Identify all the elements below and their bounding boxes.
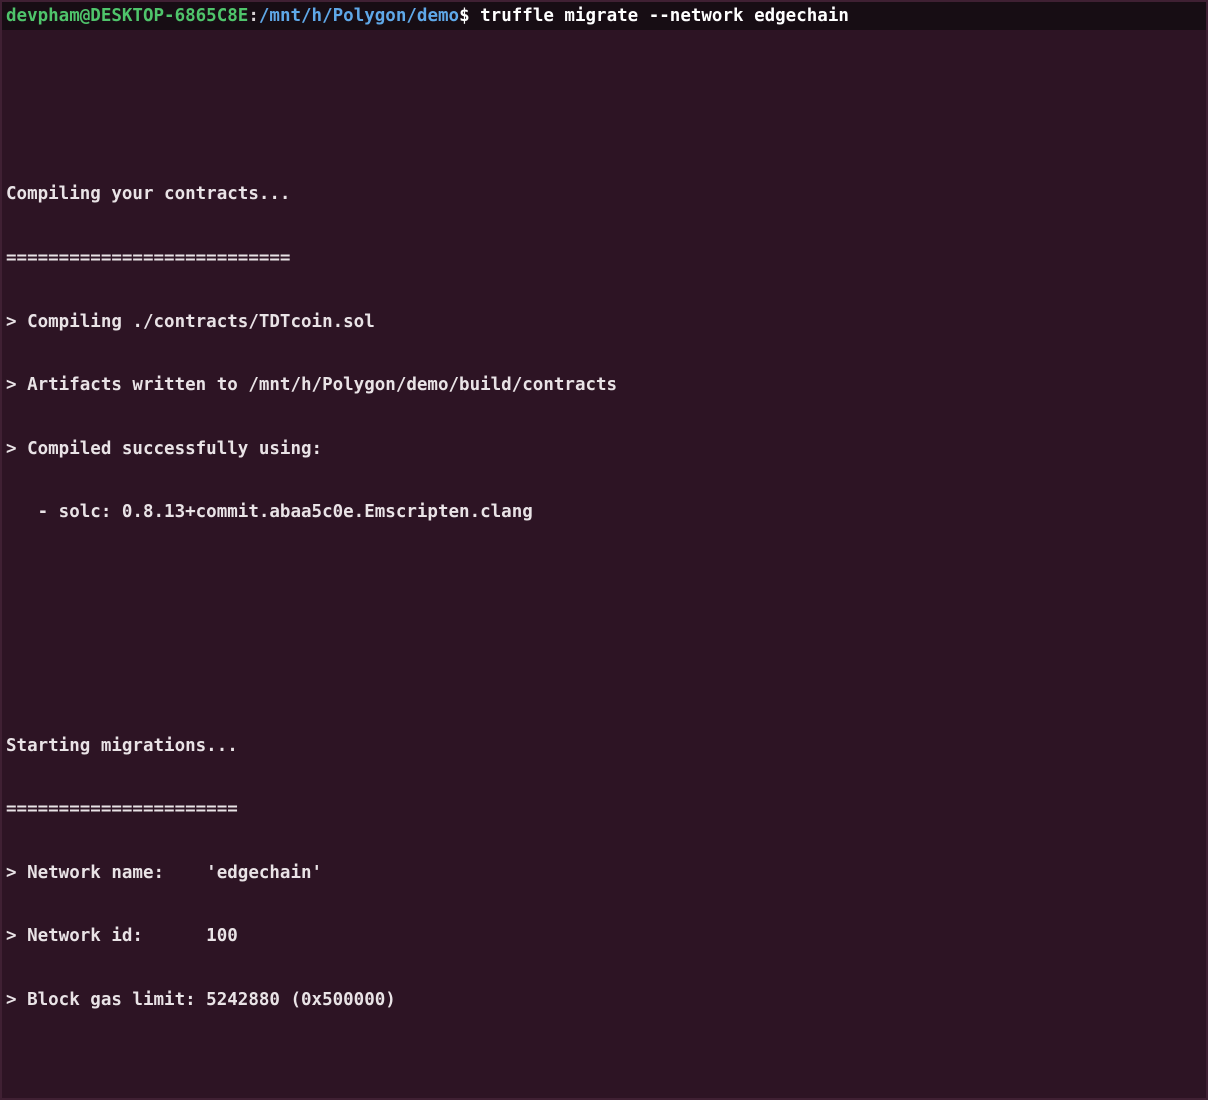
compiling-heading: Compiling your contracts... (6, 184, 291, 205)
terminal-window: devpham@DESKTOP-6865C8E:/mnt/h/Polygon/d… (0, 0, 1208, 1100)
compiling-line-2: > Compiled successfully using: (6, 438, 323, 459)
migrations-heading: Starting migrations... (6, 735, 238, 756)
compiling-line-1: > Artifacts written to /mnt/h/Polygon/de… (6, 375, 618, 396)
migrations-network-name: > Network name: 'edgechain' (6, 862, 323, 883)
migrations-network-id: > Network id: 100 (6, 926, 238, 947)
compiling-line-0: > Compiling ./contracts/TDTcoin.sol (6, 311, 375, 332)
prompt-colon: : (248, 6, 259, 26)
compiling-line-3: - solc: 0.8.13+commit.abaa5c0e.Emscripte… (6, 502, 533, 523)
shell-prompt-line: devpham@DESKTOP-6865C8E:/mnt/h/Polygon/d… (2, 2, 1206, 30)
migrations-block-gas-limit: > Block gas limit: 5242880 (0x500000) (6, 990, 396, 1011)
compiling-rule: =========================== (6, 248, 291, 269)
prompt-dollar-sign: $ (459, 6, 470, 26)
terminal-output: Compiling your contracts... ============… (2, 30, 1206, 1098)
prompt-user-host: devpham@DESKTOP-6865C8E (6, 6, 249, 26)
migrations-rule: ====================== (6, 799, 238, 820)
command-input[interactable]: truffle migrate --network edgechain (470, 6, 849, 26)
prompt-path: /mnt/h/Polygon/demo (258, 6, 460, 26)
